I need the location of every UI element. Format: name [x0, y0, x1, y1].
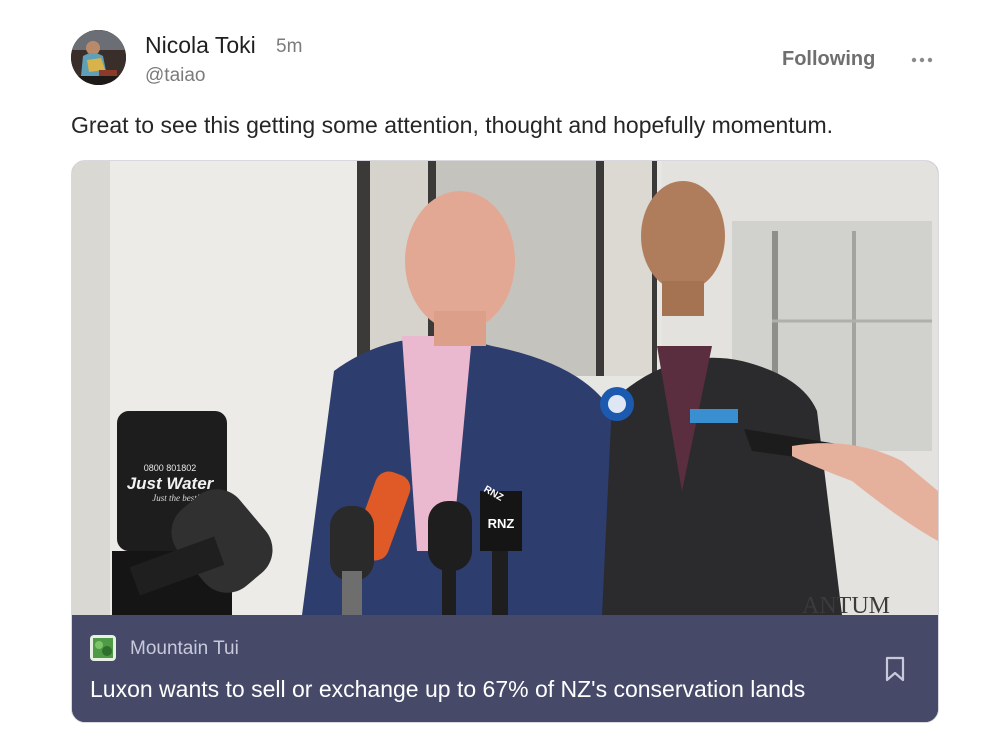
- source-favicon-icon: [90, 635, 116, 661]
- author-handle[interactable]: @taiao: [145, 65, 206, 87]
- post-text: Great to see this getting some attention…: [71, 112, 834, 138]
- source-name: Mountain Tui: [130, 638, 239, 659]
- water-phone-text: 0800 801802: [144, 463, 197, 473]
- mic-label-rnz: RNZ: [488, 516, 515, 531]
- link-card-image: 0800 801802 Just Water Just the best! AN…: [72, 161, 938, 615]
- water-brand-text: Just Water: [127, 474, 215, 493]
- link-card-title[interactable]: Luxon wants to sell or exchange up to 67…: [90, 676, 805, 703]
- avatar-photo: [71, 30, 126, 85]
- link-card-footer: Mountain Tui Luxon wants to sell or exch…: [72, 615, 938, 722]
- author-name[interactable]: Nicola Toki: [145, 32, 256, 59]
- more-horizontal-icon[interactable]: [910, 50, 934, 70]
- avatar[interactable]: [71, 30, 126, 85]
- link-card[interactable]: 0800 801802 Just Water Just the best! AN…: [71, 160, 939, 723]
- timestamp: 5m: [276, 36, 303, 57]
- bookmark-icon[interactable]: [884, 655, 906, 683]
- following-button[interactable]: Following: [782, 48, 875, 71]
- wall-sign-text: ANTUM: [802, 593, 890, 615]
